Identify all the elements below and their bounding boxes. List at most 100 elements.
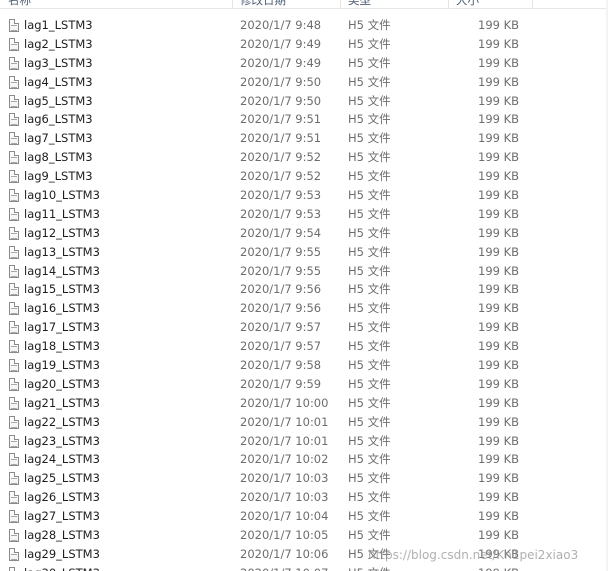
file-type: H5 文件	[348, 509, 391, 524]
file-modified-date: 2020/1/7 9:59	[240, 376, 322, 391]
h5-file-icon	[9, 529, 19, 543]
file-type: H5 文件	[348, 395, 391, 410]
file-name: lag14_LSTM3	[24, 263, 100, 278]
file-modified-date: 2020/1/7 9:56	[240, 282, 322, 297]
file-type: H5 文件	[348, 188, 391, 203]
file-row[interactable]: lag15_LSTM3 2020/1/7 9:56 H5 文件 199 KB	[0, 280, 608, 299]
file-row[interactable]: lag1_LSTM3 2020/1/7 9:48 H5 文件 199 KB	[0, 16, 608, 35]
file-type: H5 文件	[348, 206, 391, 221]
file-type: H5 文件	[348, 150, 391, 165]
file-name: lag6_LSTM3	[24, 112, 93, 127]
file-type: H5 文件	[348, 74, 391, 89]
column-header-bar: 名称 修改日期 类型 大小	[0, 0, 608, 9]
file-size: 199 KB	[478, 339, 520, 354]
file-row[interactable]: lag5_LSTM3 2020/1/7 9:50 H5 文件 199 KB	[0, 92, 608, 111]
file-list: lag1_LSTM3 2020/1/7 9:48 H5 文件 199 KB lag2_L…	[0, 16, 608, 571]
file-type: H5 文件	[348, 564, 391, 571]
h5-file-icon	[9, 170, 19, 184]
file-row[interactable]: lag8_LSTM3 2020/1/7 9:52 H5 文件 199 KB	[0, 148, 608, 167]
column-header-type[interactable]: 类型	[348, 0, 371, 8]
file-modified-date: 2020/1/7 9:53	[240, 206, 322, 221]
file-size: 199 KB	[478, 18, 520, 32]
file-row[interactable]: lag17_LSTM3 2020/1/7 9:57 H5 文件 199 KB	[0, 318, 608, 337]
file-type: H5 文件	[348, 244, 391, 259]
h5-file-icon	[9, 321, 19, 335]
column-divider[interactable]	[532, 0, 533, 8]
file-name: lag13_LSTM3	[24, 244, 100, 259]
file-row[interactable]: lag12_LSTM3 2020/1/7 9:54 H5 文件 199 KB	[0, 224, 608, 243]
file-modified-date: 2020/1/7 10:04	[240, 509, 329, 524]
file-type: H5 文件	[348, 93, 391, 108]
file-row[interactable]: lag2_LSTM3 2020/1/7 9:49 H5 文件 199 KB	[0, 35, 608, 54]
file-name: lag21_LSTM3	[24, 395, 100, 410]
file-type: H5 文件	[348, 282, 391, 297]
file-name: lag15_LSTM3	[24, 282, 100, 297]
file-modified-date: 2020/1/7 9:51	[240, 131, 322, 146]
h5-file-icon	[9, 434, 19, 448]
file-modified-date: 2020/1/7 10:01	[240, 414, 329, 429]
file-size: 199 KB	[478, 395, 520, 410]
file-size: 199 KB	[478, 225, 520, 240]
file-name: lag3_LSTM3	[24, 55, 93, 70]
column-header-date[interactable]: 修改日期	[240, 0, 286, 8]
column-header-name[interactable]: 名称	[8, 0, 31, 8]
file-row[interactable]: lag25_LSTM3 2020/1/7 10:03 H5 文件 199 KB	[0, 469, 608, 488]
file-name: lag19_LSTM3	[24, 358, 100, 373]
file-type: H5 文件	[348, 414, 391, 429]
file-row[interactable]: lag3_LSTM3 2020/1/7 9:49 H5 文件 199 KB	[0, 54, 608, 73]
file-row[interactable]: lag11_LSTM3 2020/1/7 9:53 H5 文件 199 KB	[0, 205, 608, 224]
file-row[interactable]: lag19_LSTM3 2020/1/7 9:58 H5 文件 199 KB	[0, 356, 608, 375]
h5-file-icon	[9, 547, 19, 561]
file-row[interactable]: lag27_LSTM3 2020/1/7 10:04 H5 文件 199 KB	[0, 507, 608, 526]
file-row[interactable]: lag13_LSTM3 2020/1/7 9:55 H5 文件 199 KB	[0, 243, 608, 262]
file-modified-date: 2020/1/7 9:49	[240, 55, 322, 70]
file-row[interactable]: lag18_LSTM3 2020/1/7 9:57 H5 文件 199 KB	[0, 337, 608, 356]
file-size: 199 KB	[478, 282, 520, 297]
file-size: 199 KB	[478, 55, 520, 70]
file-type: H5 文件	[348, 263, 391, 278]
column-divider[interactable]	[448, 0, 449, 8]
h5-file-icon	[9, 415, 19, 429]
file-name: lag10_LSTM3	[24, 188, 100, 203]
file-type: H5 文件	[348, 528, 391, 543]
file-modified-date: 2020/1/7 9:52	[240, 150, 322, 165]
file-size: 199 KB	[478, 358, 520, 373]
file-type: H5 文件	[348, 339, 391, 354]
file-row[interactable]: lag6_LSTM3 2020/1/7 9:51 H5 文件 199 KB	[0, 110, 608, 129]
h5-file-icon	[9, 340, 19, 354]
file-row[interactable]: lag4_LSTM3 2020/1/7 9:50 H5 文件 199 KB	[0, 73, 608, 92]
file-name: lag12_LSTM3	[24, 225, 100, 240]
file-row[interactable]: lag9_LSTM3 2020/1/7 9:52 H5 文件 199 KB	[0, 167, 608, 186]
file-row[interactable]: lag14_LSTM3 2020/1/7 9:55 H5 文件 199 KB	[0, 262, 608, 281]
file-modified-date: 2020/1/7 9:50	[240, 93, 322, 108]
file-modified-date: 2020/1/7 9:50	[240, 74, 322, 89]
column-divider[interactable]	[340, 0, 341, 8]
file-row[interactable]: lag20_LSTM3 2020/1/7 9:59 H5 文件 199 KB	[0, 375, 608, 394]
file-row[interactable]: lag7_LSTM3 2020/1/7 9:51 H5 文件 199 KB	[0, 129, 608, 148]
file-row[interactable]: lag24_LSTM3 2020/1/7 10:02 H5 文件 199 KB	[0, 450, 608, 469]
file-name: lag27_LSTM3	[24, 509, 100, 524]
file-size: 199 KB	[478, 433, 520, 448]
h5-file-icon	[9, 566, 19, 571]
file-size: 199 KB	[478, 564, 519, 571]
file-name: lag18_LSTM3	[24, 339, 100, 354]
file-type: H5 文件	[348, 169, 391, 184]
column-divider[interactable]	[232, 0, 233, 8]
file-name: lag23_LSTM3	[24, 433, 100, 448]
file-row[interactable]: lag16_LSTM3 2020/1/7 9:56 H5 文件 199 KB	[0, 299, 608, 318]
column-header-size[interactable]: 大小	[456, 0, 479, 8]
file-row[interactable]: lag21_LSTM3 2020/1/7 10:00 H5 文件 199 KB	[0, 394, 608, 413]
file-row[interactable]: lag26_LSTM3 2020/1/7 10:03 H5 文件 199 KB	[0, 488, 608, 507]
file-row[interactable]: lag23_LSTM3 2020/1/7 10:01 H5 文件 199 KB	[0, 432, 608, 451]
file-name: lag7_LSTM3	[24, 131, 93, 146]
file-size: 199 KB	[478, 36, 520, 51]
file-row[interactable]: lag10_LSTM3 2020/1/7 9:53 H5 文件 199 KB	[0, 186, 608, 205]
file-type: H5 文件	[348, 301, 391, 316]
file-row[interactable]: lag22_LSTM3 2020/1/7 10:01 H5 文件 199 KB	[0, 413, 608, 432]
file-row[interactable]: lag28_LSTM3 2020/1/7 10:05 H5 文件 199 KB	[0, 526, 608, 545]
file-row[interactable]: lag30_LSTM3 2020/1/7 10:07 H5 文件 199 KB	[0, 564, 608, 571]
file-size: 199 KB	[478, 301, 520, 316]
h5-file-icon	[9, 453, 19, 467]
file-name: lag4_LSTM3	[24, 74, 93, 89]
h5-file-icon	[9, 189, 19, 203]
